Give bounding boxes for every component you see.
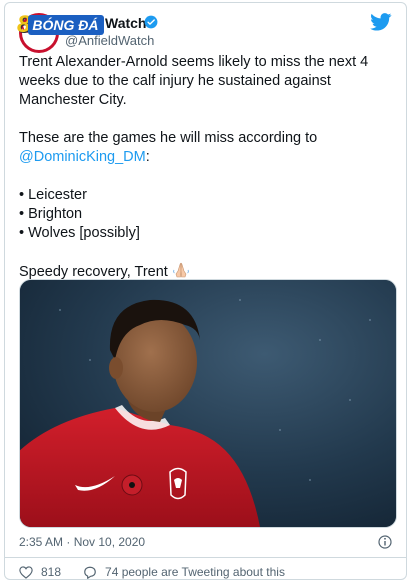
watermark-text: BÓNG ĐÁ xyxy=(28,15,105,35)
game-item: • Leicester xyxy=(19,187,87,203)
mention-suffix: : xyxy=(145,149,150,165)
tweeting-about-text: 74 people are Tweeting about this xyxy=(105,565,285,579)
game-item: • Wolves [possibly] xyxy=(19,225,140,241)
info-icon[interactable] xyxy=(378,535,392,549)
conversation-button[interactable]: 74 people are Tweeting about this xyxy=(83,565,285,579)
user-handle[interactable]: @AnfieldWatch xyxy=(65,33,154,48)
like-button[interactable]: 818 xyxy=(19,565,61,579)
tweet-text: Trent Alexander-Arnold seems likely to m… xyxy=(19,53,399,282)
tweet-timestamp[interactable]: 2:35 AM · Nov 10, 2020 xyxy=(19,535,145,549)
closing-text: Speedy recovery, Trent xyxy=(19,264,168,280)
tweet-card: ANFIELD 8 BÓNG ĐÁ Watch @AnfieldWatch Tr… xyxy=(4,2,407,580)
footer-divider xyxy=(5,557,406,558)
like-count: 818 xyxy=(41,565,62,579)
player-photo-illustration xyxy=(20,280,396,527)
display-name[interactable]: Watch xyxy=(105,15,146,31)
mention-line: @DominicKing_DM: xyxy=(19,148,399,167)
heart-icon xyxy=(19,565,33,579)
game-item: • Brighton xyxy=(19,206,83,222)
twitter-bird-icon[interactable] xyxy=(370,13,392,31)
folded-hands-emoji xyxy=(173,262,189,278)
verified-icon xyxy=(144,15,158,29)
tweet-photo[interactable] xyxy=(19,279,397,528)
games-intro: These are the games he will miss accordi… xyxy=(19,130,318,146)
tweet-line: Manchester City. xyxy=(19,92,127,108)
tweet-actions: 818 74 people are Tweeting about this xyxy=(19,565,285,579)
tweet-line: Trent Alexander-Arnold seems likely to m… xyxy=(19,54,369,70)
comment-icon xyxy=(84,566,96,579)
mention-link[interactable]: @DominicKing_DM xyxy=(19,149,146,165)
tweet-line: weeks due to the calf injury he sustaine… xyxy=(19,73,331,89)
